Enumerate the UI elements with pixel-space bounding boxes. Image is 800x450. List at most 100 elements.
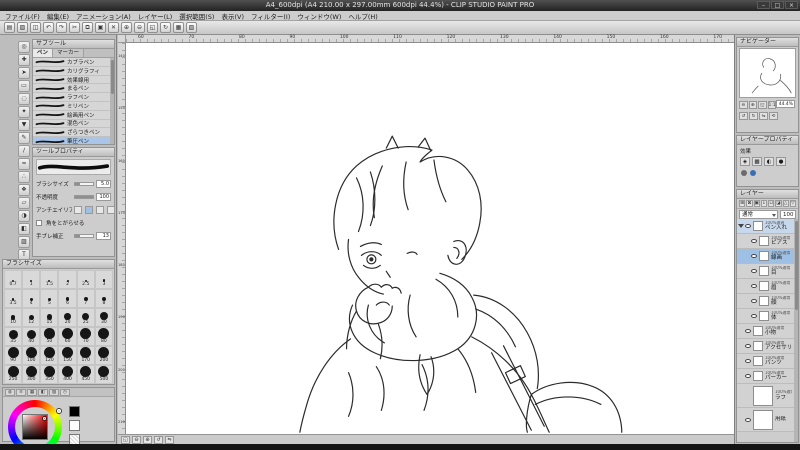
folder-arrow-icon[interactable] [739, 358, 743, 364]
reset-view-icon[interactable]: ⟲ [769, 111, 778, 120]
brush-size-preset[interactable]: 2.5 [76, 270, 95, 289]
brush-size-preset[interactable]: 70 [76, 327, 95, 346]
brush-size-preset[interactable]: 15 [40, 308, 59, 327]
zoom-out-icon[interactable]: ⊖ [132, 435, 141, 444]
visibility-eye-icon[interactable] [751, 269, 757, 273]
stabilization-value[interactable]: 13 [96, 231, 111, 240]
visibility-eye-icon[interactable] [745, 344, 751, 348]
maximize-button[interactable]: □ [771, 1, 784, 9]
brush-size-preset[interactable]: 120 [40, 346, 59, 365]
zoom-in-icon[interactable]: ⊕ [121, 22, 132, 33]
subtool-item[interactable]: 絵画用ペン [33, 110, 110, 120]
transfer-layer-icon[interactable]: ↧ [760, 200, 767, 207]
folder-arrow-icon[interactable] [745, 298, 749, 304]
fit-screen-icon[interactable]: ◱ [121, 435, 130, 444]
brush-size-preset[interactable]: 80 [94, 327, 113, 346]
folder-arrow-icon[interactable] [738, 224, 744, 228]
folder-arrow-icon[interactable] [739, 393, 743, 399]
open-file-icon[interactable]: ▨ [17, 22, 28, 33]
visibility-eye-icon[interactable] [745, 359, 751, 363]
visibility-eye-icon[interactable] [745, 417, 751, 422]
brush-size-preset[interactable]: 3.5 [4, 289, 23, 308]
opacity-value[interactable]: 100 [96, 192, 111, 201]
tool-brush[interactable]: ≈ [18, 158, 30, 170]
menu-item[interactable]: ヘルプ(H) [348, 11, 377, 21]
subtool-item[interactable]: 筆圧ペン [33, 137, 110, 144]
layer-row[interactable]: 100%通常 眉 [737, 279, 794, 294]
tool-pen[interactable]: ✎ [18, 132, 30, 144]
brush-size-preset[interactable]: 250 [4, 365, 23, 384]
mask-icon[interactable]: ◪ [775, 200, 782, 207]
tool-select[interactable]: ▭ [18, 80, 30, 92]
folder-arrow-icon[interactable] [739, 417, 743, 423]
brush-size-preset[interactable]: 50 [40, 327, 59, 346]
brush-size-preset[interactable]: 2 [58, 270, 77, 289]
subtool-item[interactable]: ラフペン [33, 93, 110, 102]
scrollbar-thumb[interactable] [794, 221, 798, 311]
rotate-view-icon[interactable]: ↻ [160, 22, 171, 33]
visibility-eye-icon[interactable] [751, 239, 757, 243]
tool-airbrush[interactable]: ∴ [18, 171, 30, 183]
subtool-item[interactable]: 効果線用 [33, 75, 110, 85]
tool-zoom[interactable]: ◎ [18, 41, 30, 53]
subtool-item[interactable]: カリグラフィ [33, 66, 110, 76]
tool-operate[interactable]: ➤ [18, 67, 30, 79]
tool-eraser[interactable]: ▱ [18, 197, 30, 209]
zoom-in-icon[interactable]: ⊕ [748, 100, 757, 109]
folder-arrow-icon[interactable] [739, 373, 743, 379]
zoom-in-icon[interactable]: ⊕ [143, 435, 152, 444]
color-set-tab-icon[interactable]: ▦ [27, 389, 37, 396]
visibility-eye-icon[interactable] [751, 284, 757, 288]
visibility-eye-icon[interactable] [751, 314, 757, 318]
expression-color-icon[interactable]: ● [776, 157, 786, 166]
brush-size-preset[interactable]: 40 [22, 327, 41, 346]
menu-item[interactable]: アニメーション(A) [76, 11, 131, 21]
brush-size-preset[interactable]: 300 [22, 365, 41, 384]
rotate-right-icon[interactable]: ↻ [749, 111, 758, 120]
brush-size-preset[interactable]: 200 [94, 346, 113, 365]
layers-scrollbar[interactable] [794, 219, 798, 442]
combine-layer-icon[interactable]: ⊔ [768, 200, 775, 207]
layer-row[interactable]: 100%通常 パーカー [737, 369, 794, 384]
brush-size-slider[interactable] [74, 181, 94, 186]
menu-item[interactable]: フィルター(I) [251, 11, 290, 21]
layer-row[interactable]: 100%通常 パンツ [737, 354, 794, 369]
brush-size-preset[interactable]: 30 [94, 308, 113, 327]
brush-size-preset[interactable]: 6 [58, 289, 77, 308]
brush-size-preset[interactable]: 450 [76, 365, 95, 384]
delete-icon[interactable]: ✕ [108, 22, 119, 33]
tool-gradient[interactable]: ▨ [18, 236, 30, 248]
subtool-item[interactable]: ミリペン [33, 101, 110, 111]
antialias-none-button[interactable] [74, 205, 82, 214]
folder-arrow-icon[interactable] [745, 253, 749, 259]
redo-icon[interactable]: ↷ [56, 22, 67, 33]
layer-row[interactable]: 100%通常 ラフ [737, 384, 794, 408]
brush-size-preset[interactable]: 20 [58, 308, 77, 327]
sv-marker[interactable] [43, 417, 46, 420]
tool-eyedropper[interactable]: ▼ [18, 119, 30, 131]
menu-item[interactable]: ウィンドウ(W) [297, 11, 341, 21]
brush-size-preset[interactable]: 1 [22, 270, 41, 289]
menu-item[interactable]: レイヤー(L) [138, 11, 173, 21]
subtool-item[interactable]: まるペン [33, 84, 110, 94]
layer-color-icon[interactable]: ◐ [764, 157, 774, 166]
brush-size-preset[interactable]: 8 [94, 289, 113, 308]
blend-mode-select[interactable]: 通常 [739, 210, 778, 219]
menu-item[interactable]: ファイル(F) [5, 11, 40, 21]
grid-icon[interactable]: ▦ [173, 22, 184, 33]
antialias-weak-button[interactable] [85, 205, 93, 214]
brush-size-preset[interactable]: 4 [22, 289, 41, 308]
folder-arrow-icon[interactable] [745, 268, 749, 274]
navigator-thumbnail[interactable] [739, 48, 796, 98]
subtool-tab[interactable]: ペン [33, 49, 54, 57]
close-button[interactable]: × [785, 1, 798, 9]
flip-view-icon[interactable]: ⇋ [165, 435, 174, 444]
undo-icon[interactable]: ↶ [43, 22, 54, 33]
tool-lasso[interactable]: ◌ [18, 93, 30, 105]
brush-size-value[interactable]: 5.0 [96, 179, 111, 188]
brush-size-preset[interactable]: 400 [58, 365, 77, 384]
ruler-layer-icon[interactable]: △ [782, 200, 789, 207]
sharp-corner-checkbox[interactable] [36, 219, 42, 226]
color-wheel-tab-icon[interactable]: ◍ [5, 389, 15, 396]
antialias-medium-button[interactable] [96, 205, 104, 214]
